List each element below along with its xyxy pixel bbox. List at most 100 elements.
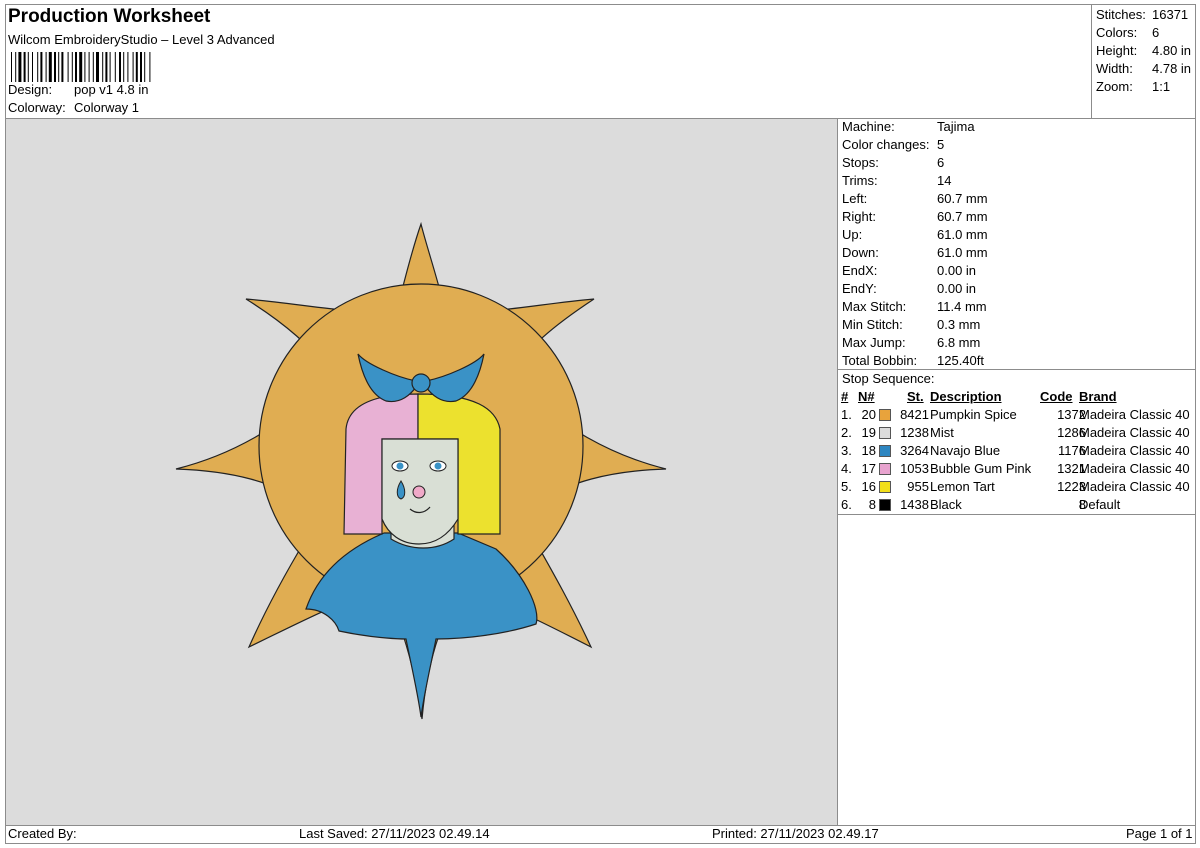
row-number: 5. <box>841 479 852 494</box>
info-label: Total Bobbin: <box>842 353 918 368</box>
info-value: 14 <box>937 173 952 188</box>
info-value: 0.00 in <box>937 263 977 278</box>
info-label: Trims: <box>842 173 878 188</box>
colorway-value: Colorway 1 <box>74 100 140 115</box>
info-row: Max Jump: 6.8 mm <box>842 334 1192 352</box>
info-value: 6.8 mm <box>937 335 981 350</box>
col-header-num: # <box>841 389 849 404</box>
stop-sequence-title: Stop Sequence: <box>842 371 935 386</box>
info-label: Machine: <box>842 119 895 134</box>
created-by: Created By: <box>8 826 77 841</box>
info-row: Max Stitch: 11.4 mm <box>842 298 1192 316</box>
info-row: Min Stitch: 0.3 mm <box>842 316 1192 334</box>
summary-row: Zoom: 1:1 <box>1096 78 1196 96</box>
thread-brand: Default <box>1079 497 1121 512</box>
info-value: 0.00 in <box>937 281 977 296</box>
info-row: Machine: Tajima <box>842 118 1192 136</box>
stitch-count: 1438 <box>900 497 929 512</box>
table-row: 4. 17 1053 Bubble Gum Pink 1321 Madeira Class… <box>838 460 1196 478</box>
thread-brand: Madeira Classic 40 <box>1079 425 1190 440</box>
info-label: Down: <box>842 245 879 260</box>
info-label: Max Stitch: <box>842 299 907 314</box>
info-value: 6 <box>937 155 945 170</box>
footer-rule <box>5 825 1196 826</box>
table-row: 1. 20 8421 Pumpkin Spice 1372 Madeira Classic… <box>838 406 1196 424</box>
info-value: 61.0 mm <box>937 245 988 260</box>
summary-label: Colors: <box>1096 25 1138 40</box>
summary-label: Stitches: <box>1096 7 1146 22</box>
info-label: Right: <box>842 209 876 224</box>
table-row: 6. 8 1438 Black 8 Default <box>838 496 1196 514</box>
color-swatch <box>879 409 891 421</box>
design-preview <box>6 119 837 825</box>
table-separator <box>838 514 1196 515</box>
table-row: 5. 16 955 Lemon Tart 1223 Madeira Classic 40 <box>838 478 1196 496</box>
thread-description: Lemon Tart <box>930 479 995 494</box>
summary-row: Stitches: 16371 <box>1096 6 1196 24</box>
summary-value: 4.80 in <box>1152 43 1192 58</box>
row-number: 1. <box>841 407 852 422</box>
col-header-needle: N# <box>858 389 875 404</box>
info-row: Right: 60.7 mm <box>842 208 1192 226</box>
info-value: 11.4 mm <box>937 299 987 314</box>
info-value: 0.3 mm <box>937 317 981 332</box>
info-label: EndY: <box>842 281 877 296</box>
row-number: 3. <box>841 443 852 458</box>
col-header-brand: Brand <box>1079 389 1117 404</box>
info-value: Tajima <box>937 119 975 134</box>
stitch-count: 955 <box>907 479 929 494</box>
info-row: EndX: 0.00 in <box>842 262 1192 280</box>
summary-panel: Stitches: 16371 Colors: 6 Height: 4.80 in W… <box>1096 6 1196 96</box>
worksheet-header: Production Worksheet Wilcom EmbroiderySt… <box>8 6 1088 118</box>
info-label: Color changes: <box>842 137 930 152</box>
stop-sequence-table: # N# St. Description Code Brand 1. 20 8421… <box>838 388 1196 514</box>
color-swatch <box>879 463 891 475</box>
summary-value: 1:1 <box>1152 79 1171 94</box>
color-swatch <box>879 445 891 457</box>
info-row: Left: 60.7 mm <box>842 190 1192 208</box>
table-row: 3. 18 3264 Navajo Blue 1176 Madeira Classic 4… <box>838 442 1196 460</box>
design-label: Design: <box>8 82 53 97</box>
info-value: 61.0 mm <box>937 227 988 242</box>
thread-description: Navajo Blue <box>930 443 1001 458</box>
needle-number: 17 <box>861 461 876 476</box>
summary-label: Height: <box>1096 43 1138 58</box>
summary-label: Zoom: <box>1096 79 1133 94</box>
thread-brand: Madeira Classic 40 <box>1079 479 1190 494</box>
software-name: Wilcom EmbroideryStudio – Level 3 Advanc… <box>8 32 275 47</box>
info-row: EndY: 0.00 in <box>842 280 1192 298</box>
needle-number: 16 <box>861 479 876 494</box>
stitch-count: 8421 <box>900 407 929 422</box>
needle-number: 18 <box>861 443 876 458</box>
barcode-icon <box>11 52 151 82</box>
col-header-code: Code <box>1040 389 1073 404</box>
table-header: # N# St. Description Code Brand <box>838 388 1196 406</box>
color-swatch <box>879 499 891 511</box>
info-label: Up: <box>842 227 863 242</box>
info-label: Min Stitch: <box>842 317 903 332</box>
info-label: EndX: <box>842 263 878 278</box>
col-header-description: Description <box>930 389 1002 404</box>
thread-description: Pumpkin Spice <box>930 407 1017 422</box>
needle-number: 19 <box>861 425 876 440</box>
thread-brand: Madeira Classic 40 <box>1079 443 1190 458</box>
summary-value: 16371 <box>1152 7 1189 22</box>
row-number: 4. <box>841 461 852 476</box>
info-label: Stops: <box>842 155 879 170</box>
info-row: Stops: 6 <box>842 154 1192 172</box>
page-number: Page 1 of 1 <box>1126 826 1193 841</box>
info-row: Color changes: 5 <box>842 136 1192 154</box>
stitch-count: 1053 <box>900 461 929 476</box>
machine-info-panel: Machine: Tajima Color changes: 5 Stops: 6 T… <box>842 118 1192 370</box>
summary-row: Colors: 6 <box>1096 24 1196 42</box>
info-label: Left: <box>842 191 868 206</box>
info-value: 125.40ft <box>937 353 984 368</box>
summary-row: Width: 4.78 in <box>1096 60 1196 78</box>
stitch-count: 1238 <box>900 425 929 440</box>
embroidery-design <box>175 221 667 720</box>
summary-value: 6 <box>1152 25 1160 40</box>
summary-value: 4.78 in <box>1152 61 1192 76</box>
info-value: 60.7 mm <box>937 191 988 206</box>
body-shape <box>305 532 538 718</box>
colorway-label: Colorway: <box>8 100 66 115</box>
